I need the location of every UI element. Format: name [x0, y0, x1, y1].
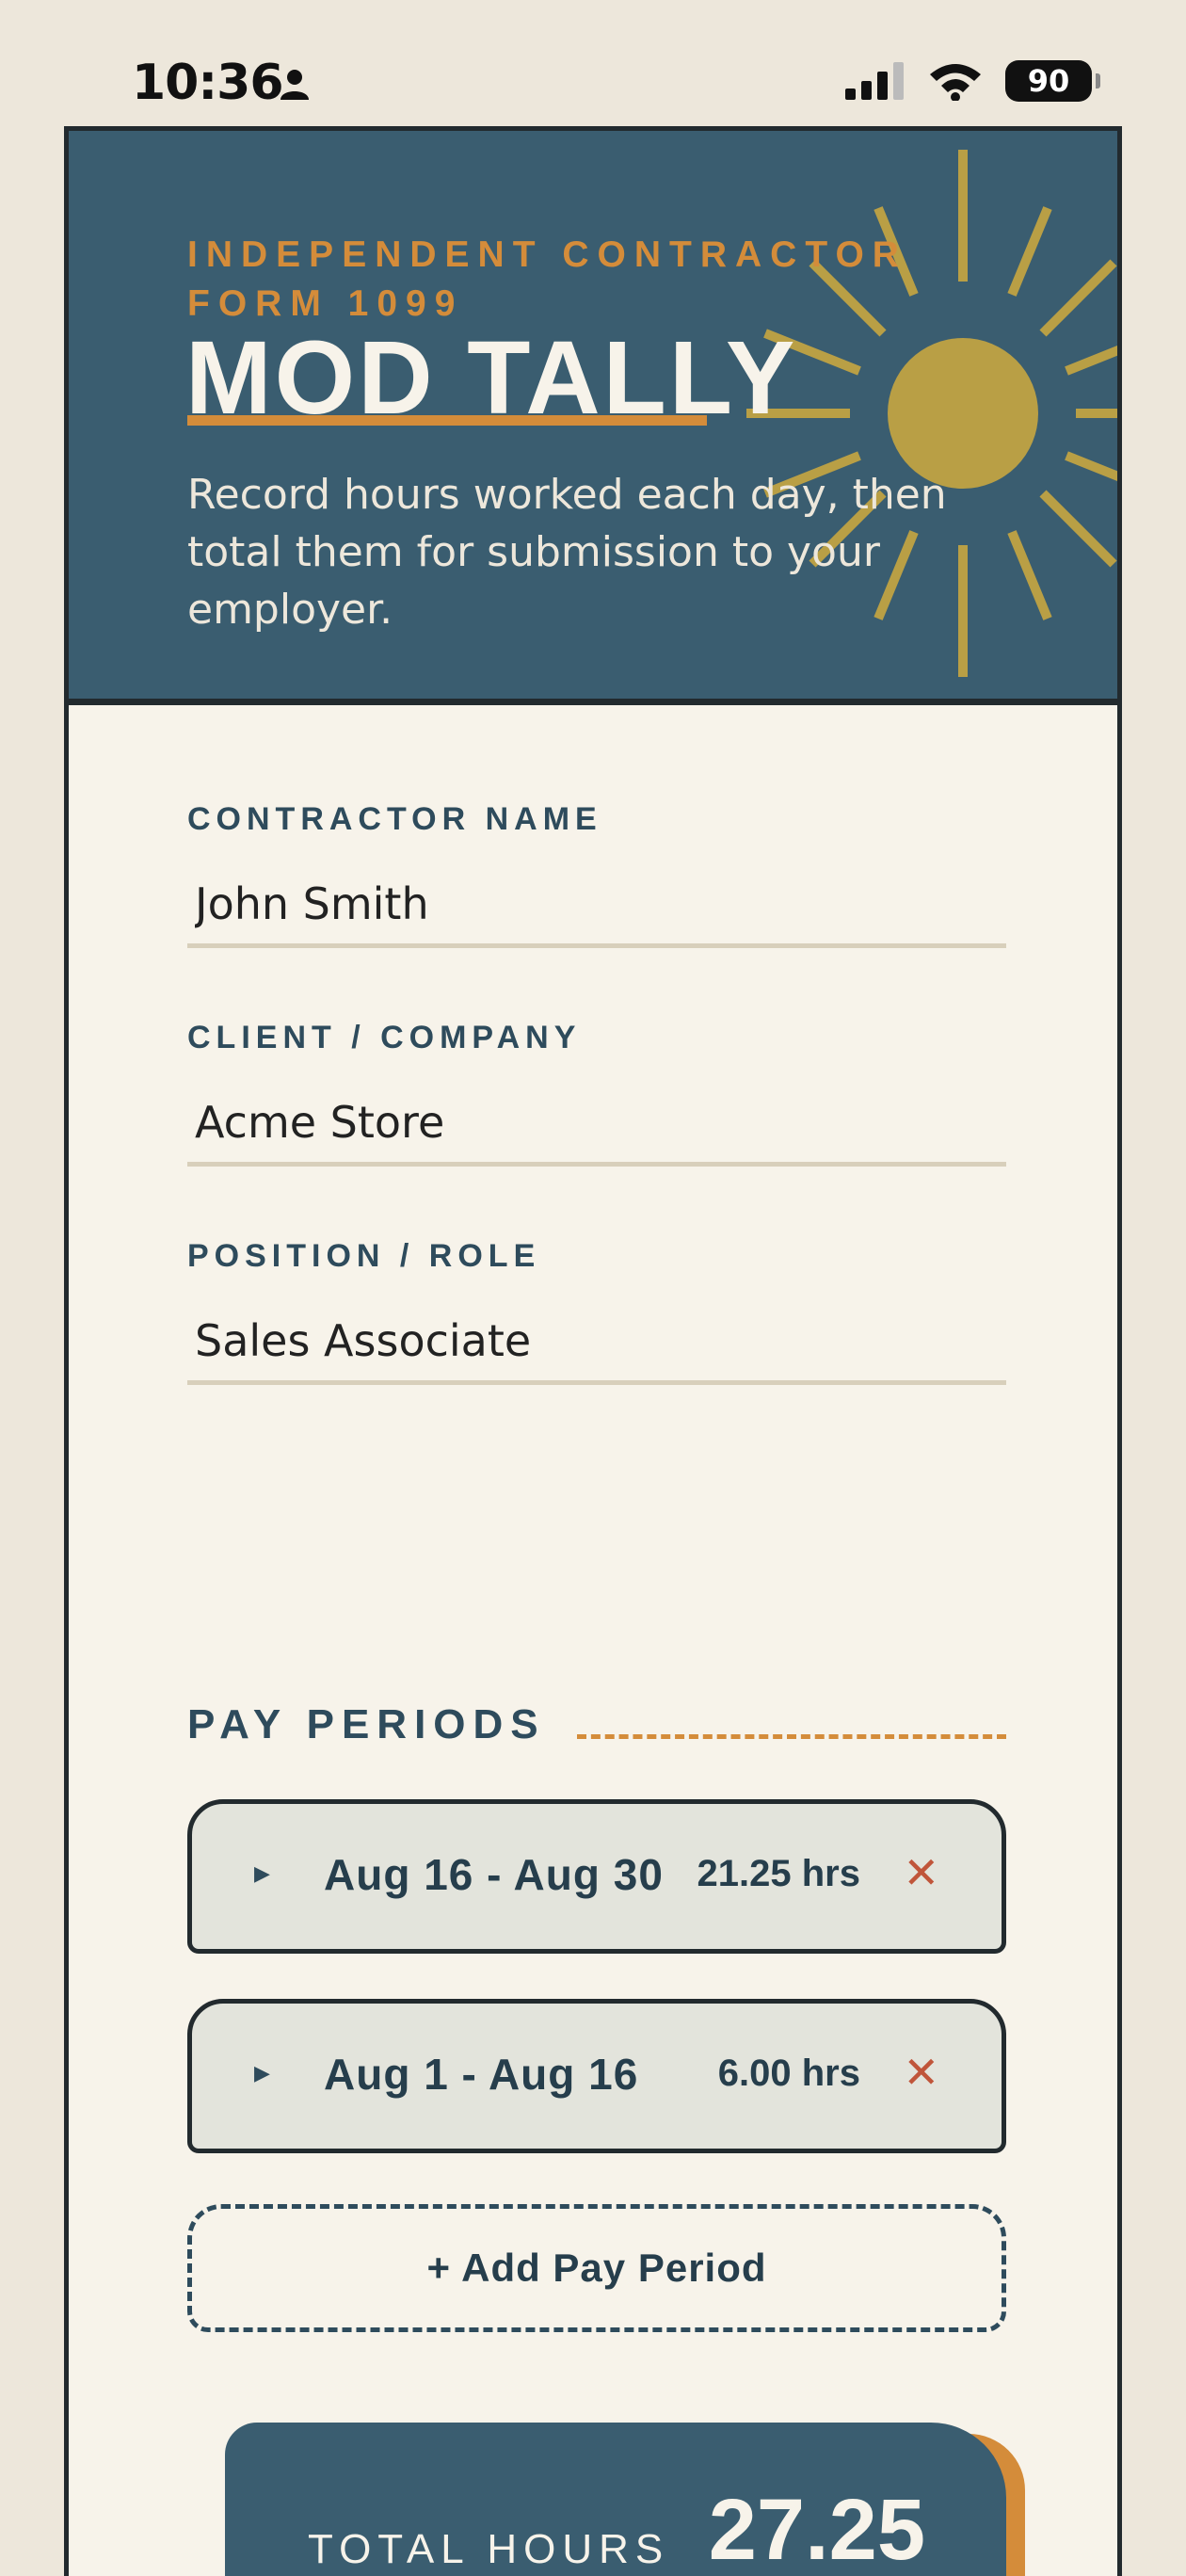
pay-period-hours: 21.25 hrs — [697, 1853, 860, 1894]
header-banner: INDEPENDENT CONTRACTOR FORM 1099 MOD TAL… — [69, 131, 1117, 705]
pay-period-item[interactable]: ▶ Aug 16 - Aug 30 21.25 hrs ✕ — [187, 1799, 1006, 1954]
delete-icon[interactable]: ✕ — [903, 2047, 939, 2098]
position-role-label: POSITION / ROLE — [187, 1238, 541, 1274]
contractor-name-input[interactable] — [187, 863, 1006, 948]
title-underline — [187, 415, 707, 426]
pay-period-range: Aug 16 - Aug 30 — [324, 1850, 664, 1899]
battery-indicator: 90 — [1005, 60, 1100, 102]
status-time: 10:36 — [132, 55, 284, 111]
signal-icon — [845, 62, 904, 100]
pay-period-range: Aug 1 - Aug 16 — [324, 2050, 639, 2099]
pay-period-item[interactable]: ▶ Aug 1 - Aug 16 6.00 hrs ✕ — [187, 1999, 1006, 2153]
expand-caret-icon[interactable]: ▶ — [254, 1862, 270, 1886]
client-company-input[interactable] — [187, 1082, 1006, 1167]
pay-periods-title: PAY PERIODS — [187, 1701, 546, 1747]
expand-caret-icon[interactable]: ▶ — [254, 2062, 270, 2085]
status-indicators: 90 — [845, 60, 1100, 102]
pay-periods-divider — [577, 1734, 1006, 1739]
position-role-input[interactable] — [187, 1300, 1006, 1385]
total-hours-value: 27.25 — [708, 2482, 925, 2576]
total-hours-panel: TOTAL HOURS 27.25 — [225, 2423, 1006, 2576]
delete-icon[interactable]: ✕ — [903, 1847, 939, 1898]
person-icon — [280, 70, 309, 100]
form-card: INDEPENDENT CONTRACTOR FORM 1099 MOD TAL… — [64, 126, 1122, 2576]
app-subtitle: Record hours worked each day, then total… — [187, 471, 947, 634]
pay-period-hours: 6.00 hrs — [717, 2053, 860, 2094]
wifi-icon — [930, 64, 981, 101]
form-eyebrow: INDEPENDENT CONTRACTOR FORM 1099 — [187, 234, 907, 324]
total-hours-label: TOTAL HOURS — [308, 2526, 670, 2572]
add-pay-period-button[interactable]: + Add Pay Period — [187, 2204, 1006, 2332]
status-bar: 10:36 90 — [0, 0, 1186, 128]
contractor-name-label: CONTRACTOR NAME — [187, 801, 602, 837]
client-company-label: CLIENT / COMPANY — [187, 1020, 582, 1055]
